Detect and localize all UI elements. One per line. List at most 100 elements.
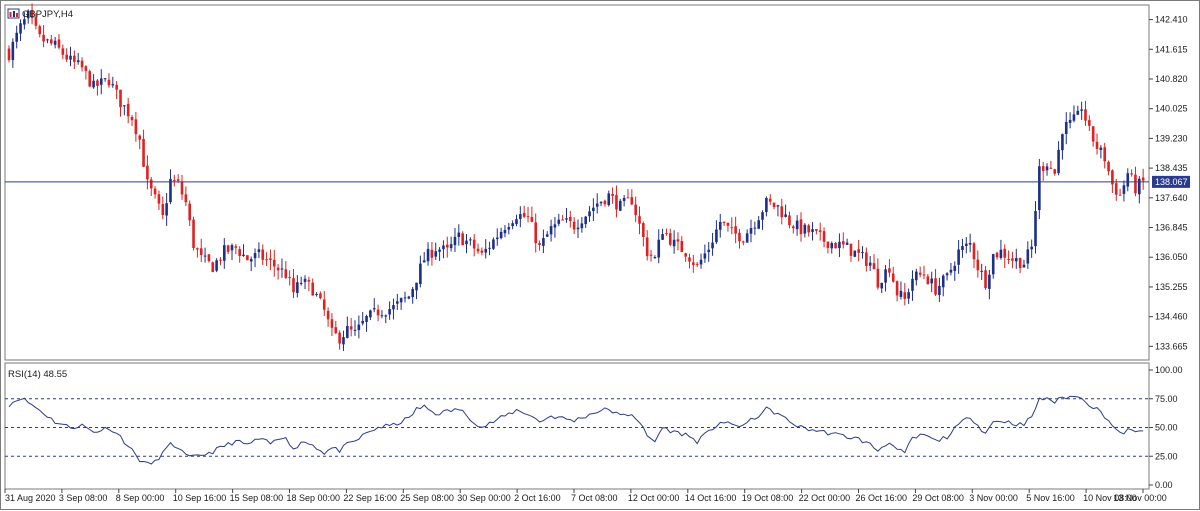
candle-body (315, 293, 318, 295)
candle-body (795, 220, 799, 230)
candle-body (626, 197, 630, 199)
time-tick-label: 22 Oct 00:00 (799, 493, 851, 503)
price-tick-label: 142.410 (1155, 15, 1188, 25)
candle-body (238, 249, 241, 256)
candle-body (173, 179, 176, 181)
candle-body (957, 249, 960, 265)
candle-body (818, 230, 822, 232)
candle-body (103, 78, 107, 80)
axes: 142.410 141.615 140.820 140.025 139.230 138.4… (4, 15, 1188, 503)
candle-body (288, 276, 291, 278)
candle-body (180, 181, 184, 195)
time-tick-label: 5 Nov 16:00 (1026, 493, 1075, 503)
candle-body (941, 275, 945, 288)
candle-body (984, 270, 987, 289)
candle-body (457, 232, 461, 238)
candle-body (388, 309, 391, 315)
candle-body (199, 248, 203, 255)
candle-body (865, 252, 868, 267)
candle-body (415, 282, 418, 291)
time-tick-label: 18 Sep 00:00 (287, 493, 341, 503)
candle-body (257, 249, 261, 253)
rsi-panel-frame (4, 362, 1150, 490)
candle-body (1114, 183, 1118, 195)
candle-body (392, 305, 395, 310)
candle-body (353, 329, 357, 331)
candle-body (338, 332, 341, 344)
candle-body (569, 216, 572, 222)
candle-body (530, 217, 534, 222)
candle-body (461, 233, 464, 246)
candle-body (411, 289, 414, 298)
candle-body (469, 239, 472, 241)
candle-body (203, 255, 207, 257)
candle-body (307, 279, 311, 282)
candle-body (438, 249, 441, 252)
candle-body (553, 224, 557, 228)
candle-body (699, 259, 703, 265)
candle-body (480, 250, 484, 253)
candle-body (184, 194, 188, 203)
candle-body (442, 245, 445, 250)
price-tick-label: 141.615 (1155, 44, 1188, 54)
candle-body (61, 48, 65, 55)
candle-body (445, 244, 449, 248)
candle-body (1018, 258, 1022, 269)
candle-body (280, 268, 284, 270)
candle-body (884, 269, 887, 283)
candle-body (757, 220, 760, 229)
candle-body (495, 237, 499, 240)
candle-body (80, 60, 84, 68)
candle-body (538, 242, 541, 245)
candle-body (334, 327, 338, 334)
candle-body (192, 219, 195, 249)
rsi-tick-label: 100.00 (1155, 365, 1183, 375)
candle-body (169, 178, 172, 203)
candle-body (319, 293, 322, 299)
candle-body (130, 117, 134, 121)
candle-body (784, 214, 787, 217)
candle-body (803, 224, 807, 234)
candle-body (69, 55, 72, 60)
candle-body (599, 201, 603, 204)
price-tick-label: 135.255 (1155, 282, 1188, 292)
candle-body (299, 282, 303, 284)
rsi-tick-label: 50.00 (1155, 423, 1178, 433)
candle-body (396, 301, 399, 304)
candle-body (1034, 210, 1037, 247)
candle-body (311, 282, 315, 296)
candle-body (853, 250, 857, 257)
candle-body (303, 278, 307, 282)
candle-body (19, 23, 22, 34)
chart-svg[interactable]: 142.410 141.615 140.820 140.025 139.230 138.4… (1, 1, 1200, 511)
candle-body (661, 234, 664, 240)
candle-body (911, 278, 914, 291)
candle-body (503, 229, 507, 234)
candle-body (849, 243, 853, 256)
candle-body (284, 269, 288, 278)
price-tick-label: 133.665 (1155, 341, 1188, 351)
candle-body (49, 39, 53, 44)
candle-body (1053, 169, 1057, 174)
candle-body (576, 227, 580, 230)
candle-body (899, 290, 903, 297)
price-tick-label: 138.435 (1155, 163, 1188, 173)
candle-body (542, 238, 545, 246)
candle-body (226, 245, 230, 252)
candle-body (657, 239, 661, 258)
price-tick-label: 137.640 (1155, 193, 1188, 203)
rsi-tick-label: 0.00 (1155, 480, 1173, 490)
candle-body (453, 236, 457, 246)
candle-body (722, 221, 726, 223)
rsi-title: RSI(14) 48.55 (8, 369, 67, 380)
candle-body (1003, 248, 1007, 258)
candle-body (161, 204, 165, 215)
candle-body (465, 240, 468, 245)
candle-body (488, 247, 491, 249)
candle-body (880, 282, 884, 289)
time-tick-label: 10 Sep 16:00 (173, 493, 227, 503)
candle-body (1045, 166, 1049, 171)
candle-body (772, 202, 776, 207)
rsi-panel (4, 362, 1150, 490)
candle-body (246, 255, 249, 261)
